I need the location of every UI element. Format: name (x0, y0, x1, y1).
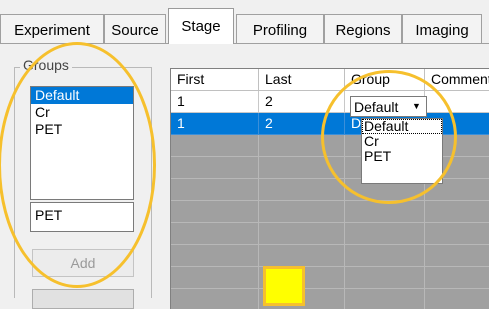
group-combobox-value: Default (354, 99, 399, 115)
add-group-button[interactable]: Add (32, 249, 134, 277)
group-combobox[interactable]: Default ▼ (350, 96, 427, 117)
tab-divider (0, 43, 489, 44)
group-item-default[interactable]: Default (31, 87, 133, 104)
groups-listbox[interactable]: Default Cr PET (30, 86, 134, 200)
dropdown-option-default[interactable]: Default (362, 119, 442, 134)
chevron-down-icon[interactable]: ▼ (409, 99, 424, 114)
column-header-first: First (171, 69, 259, 91)
group-item-pet[interactable]: PET (31, 121, 133, 138)
dropdown-option-pet[interactable]: PET (362, 149, 442, 164)
groups-legend: Groups (20, 57, 72, 73)
stage-grid: First Last Group Comments 1 2 1 2 D (170, 68, 489, 309)
group-name-input[interactable]: PET (30, 202, 134, 232)
tab-imaging[interactable]: Imaging (402, 14, 482, 43)
group-item-cr[interactable]: Cr (31, 104, 133, 121)
tab-bar: Experiment Source Stage Profiling Region… (0, 0, 489, 44)
tab-regions[interactable]: Regions (324, 14, 402, 43)
column-header-last: Last (259, 69, 345, 91)
second-group-button[interactable] (32, 289, 134, 309)
tab-source[interactable]: Source (104, 14, 166, 43)
tab-stage[interactable]: Stage (168, 8, 234, 44)
cell-last[interactable]: 2 (259, 113, 345, 135)
cell-first[interactable]: 1 (171, 91, 259, 113)
cell-comments[interactable] (425, 91, 489, 113)
column-header-comments: Comments (425, 69, 489, 91)
tab-profiling[interactable]: Profiling (236, 14, 324, 43)
cell-last[interactable]: 2 (259, 91, 345, 113)
column-header-group: Group (345, 69, 425, 91)
yellow-marker (263, 266, 305, 306)
tab-experiment[interactable]: Experiment (0, 14, 104, 43)
dropdown-option-cr[interactable]: Cr (362, 134, 442, 149)
cell-first[interactable]: 1 (171, 113, 259, 135)
group-dropdown-list[interactable]: Default Cr PET (361, 118, 443, 184)
